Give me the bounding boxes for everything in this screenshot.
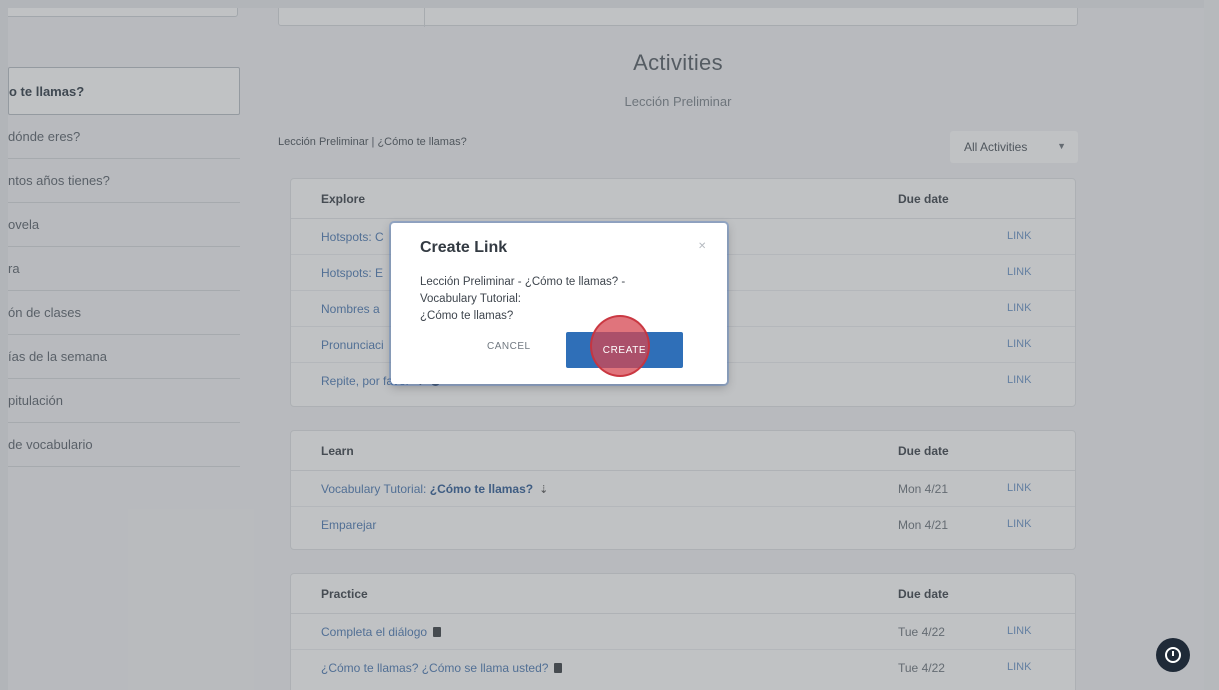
cancel-button[interactable]: CANCEL [487,341,531,352]
close-icon[interactable]: ✕ [698,241,706,252]
dialog-title: Create Link [420,239,508,256]
dialog-message-line: Vocabulary Tutorial: [420,293,522,305]
dialog-message: Lección Preliminar - ¿Cómo te llamas? - … [420,274,710,325]
dialog-message-line: ¿Cómo te llamas? [420,310,514,322]
dialog-message-line: Lección Preliminar - ¿Cómo te llamas? - [420,276,626,288]
create-button-label: CREATE [602,344,647,356]
help-icon [1165,647,1181,663]
help-button[interactable] [1156,638,1190,672]
